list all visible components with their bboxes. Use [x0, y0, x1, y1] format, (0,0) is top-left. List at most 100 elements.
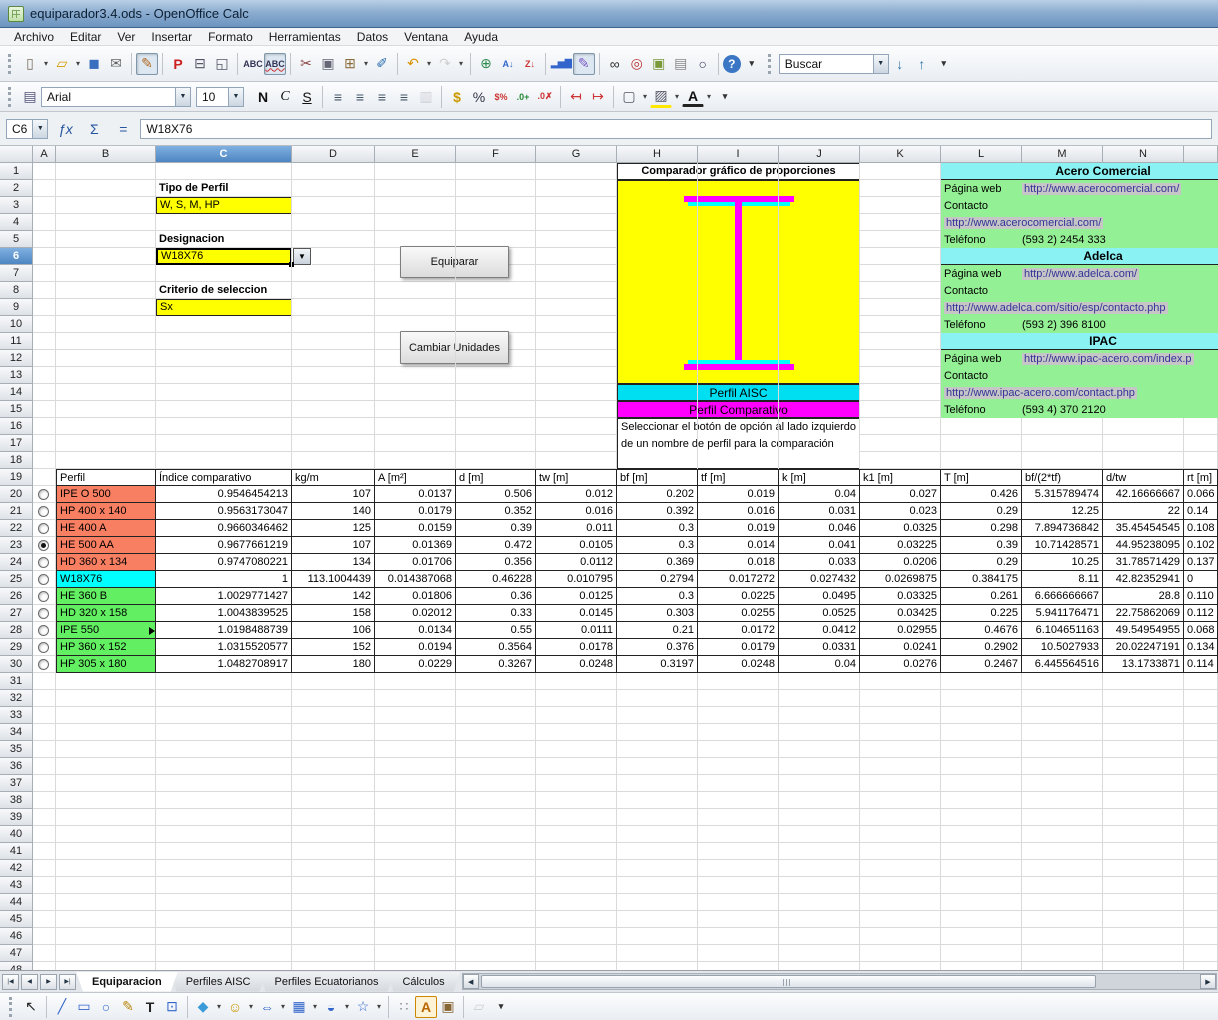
row-header-2[interactable]: 2 — [0, 180, 33, 197]
cell-l23[interactable]: 0.39 — [941, 537, 1022, 554]
cell-c27[interactable]: 1.0043839525 — [156, 605, 292, 622]
table-header-13[interactable]: d/tw — [1103, 469, 1184, 486]
column-header-m[interactable]: M — [1022, 146, 1103, 163]
cell-l22[interactable]: 0.298 — [941, 520, 1022, 537]
sheet-tab-next-icon[interactable]: ▶ — [40, 974, 57, 990]
text-callout-icon[interactable]: ⊡ — [161, 996, 183, 1018]
cell-i27[interactable]: 0.0255 — [698, 605, 779, 622]
contact-link[interactable]: http://www.ipac-acero.com/index.p — [1022, 353, 1194, 365]
row-header-17[interactable]: 17 — [0, 435, 33, 452]
toolbar-grip[interactable] — [8, 87, 14, 107]
cell-h25[interactable]: 0.2794 — [617, 571, 698, 588]
cell-m30[interactable]: 6.445564516 — [1022, 656, 1103, 673]
row-header-7[interactable]: 7 — [0, 265, 33, 282]
cell-c30[interactable]: 1.0482708917 — [156, 656, 292, 673]
row-header-40[interactable]: 40 — [0, 826, 33, 843]
row-header-46[interactable]: 46 — [0, 928, 33, 945]
cell-k20[interactable]: 0.027 — [860, 486, 941, 503]
row-header-35[interactable]: 35 — [0, 741, 33, 758]
row-header-37[interactable]: 37 — [0, 775, 33, 792]
cell-o23[interactable]: 0.102 — [1184, 537, 1218, 554]
row-header-39[interactable]: 39 — [0, 809, 33, 826]
row-header-47[interactable]: 47 — [0, 945, 33, 962]
cell-m29[interactable]: 10.5027933 — [1022, 639, 1103, 656]
row-header-38[interactable]: 38 — [0, 792, 33, 809]
row-header-9[interactable]: 9 — [0, 299, 33, 316]
contact-row[interactable]: http://www.adelca.com/sitio/esp/contacto… — [941, 299, 1218, 316]
cell-h23[interactable]: 0.3 — [617, 537, 698, 554]
cell-n30[interactable]: 13.1733871 — [1103, 656, 1184, 673]
contact-header-adelca[interactable]: Adelca — [941, 248, 1218, 265]
cell-e23[interactable]: 0.01369 — [375, 537, 456, 554]
delete-decimal-icon[interactable]: .0✗ — [534, 86, 556, 108]
contact-header-ipac[interactable]: IPAC — [941, 333, 1218, 350]
cell-k24[interactable]: 0.0206 — [860, 554, 941, 571]
profile-radio-row-24[interactable] — [38, 557, 49, 568]
column-header-f[interactable]: F — [456, 146, 536, 163]
cell-n24[interactable]: 31.78571429 — [1103, 554, 1184, 571]
table-header-6[interactable]: tw [m] — [536, 469, 617, 486]
open-icon[interactable]: ▱ — [51, 53, 73, 75]
cell-m26[interactable]: 6.666666667 — [1022, 588, 1103, 605]
cell-o25[interactable]: 0 — [1184, 571, 1218, 588]
cell-d23[interactable]: 107 — [292, 537, 375, 554]
column-header-h[interactable]: H — [617, 146, 698, 163]
cell-l29[interactable]: 0.2902 — [941, 639, 1022, 656]
profile-radio-row-20[interactable] — [38, 489, 49, 500]
font-name-dropdown-icon[interactable]: ▼ — [175, 88, 190, 106]
align-right-icon[interactable]: ≡ — [371, 86, 393, 108]
cell-c23[interactable]: 0.9677661219 — [156, 537, 292, 554]
profile-radio-row-29[interactable] — [38, 642, 49, 653]
row-header-28[interactable]: 28 — [0, 622, 33, 639]
cell-j22[interactable]: 0.046 — [779, 520, 860, 537]
row-header-25[interactable]: 25 — [0, 571, 33, 588]
cell-j20[interactable]: 0.04 — [779, 486, 860, 503]
cell-grid[interactable]: Tipo de Perfil W, S, M, HP Designacion W… — [33, 163, 1218, 970]
row-header-15[interactable]: 15 — [0, 401, 33, 418]
cell-e27[interactable]: 0.02012 — [375, 605, 456, 622]
cell-d20[interactable]: 107 — [292, 486, 375, 503]
cell-i28[interactable]: 0.0172 — [698, 622, 779, 639]
profile-radio-row-27[interactable] — [38, 608, 49, 619]
select-all-corner[interactable] — [0, 146, 33, 163]
styles-icon[interactable]: ▤ — [19, 86, 41, 108]
cell-d29[interactable]: 152 — [292, 639, 375, 656]
navigator-icon[interactable]: ◎ — [626, 53, 648, 75]
cell-c26[interactable]: 1.0029771427 — [156, 588, 292, 605]
align-left-icon[interactable]: ≡ — [327, 86, 349, 108]
cell-b20[interactable]: IPE O 500 — [56, 486, 156, 503]
formula-icon[interactable]: = — [111, 119, 135, 139]
cell-m25[interactable]: 8.11 — [1022, 571, 1103, 588]
contact-row[interactable]: Contacto — [941, 367, 1218, 384]
row-header-21[interactable]: 21 — [0, 503, 33, 520]
bold-icon[interactable]: N — [252, 86, 274, 108]
column-header-e[interactable]: E — [375, 146, 456, 163]
cell-i26[interactable]: 0.0225 — [698, 588, 779, 605]
column-header-i[interactable]: I — [698, 146, 779, 163]
cell-h27[interactable]: 0.303 — [617, 605, 698, 622]
column-header-b[interactable]: B — [56, 146, 156, 163]
undo-icon[interactable]: ↶ — [402, 53, 424, 75]
add-decimal-icon[interactable]: .0+ — [512, 86, 534, 108]
column-header-k[interactable]: K — [860, 146, 941, 163]
table-header-3[interactable]: kg/m — [292, 469, 375, 486]
menu-formato[interactable]: Formato — [200, 28, 261, 45]
cell-j21[interactable]: 0.031 — [779, 503, 860, 520]
cell-h22[interactable]: 0.3 — [617, 520, 698, 537]
row-header-10[interactable]: 10 — [0, 316, 33, 333]
table-header-2[interactable]: Índice comparativo — [156, 469, 292, 486]
cell-b29[interactable]: HP 360 x 152 — [56, 639, 156, 656]
row-header-19[interactable]: 19 — [0, 469, 33, 486]
cut-icon[interactable]: ✂ — [295, 53, 317, 75]
cell-c20[interactable]: 0.9546454213 — [156, 486, 292, 503]
search-dropdown-icon[interactable]: ▼ — [873, 55, 888, 73]
contact-row[interactable]: http://www.acerocomercial.com/ — [941, 214, 1218, 231]
cell-m27[interactable]: 5.941176471 — [1022, 605, 1103, 622]
row-header-31[interactable]: 31 — [0, 673, 33, 690]
contact-row[interactable]: http://www.ipac-acero.com/contact.php — [941, 384, 1218, 401]
underline-icon[interactable]: S — [296, 86, 318, 108]
font-color-icon[interactable]: A — [682, 87, 704, 107]
cell-f29[interactable]: 0.3564 — [456, 639, 536, 656]
italic-icon[interactable]: C — [274, 86, 296, 108]
cell-d28[interactable]: 106 — [292, 622, 375, 639]
